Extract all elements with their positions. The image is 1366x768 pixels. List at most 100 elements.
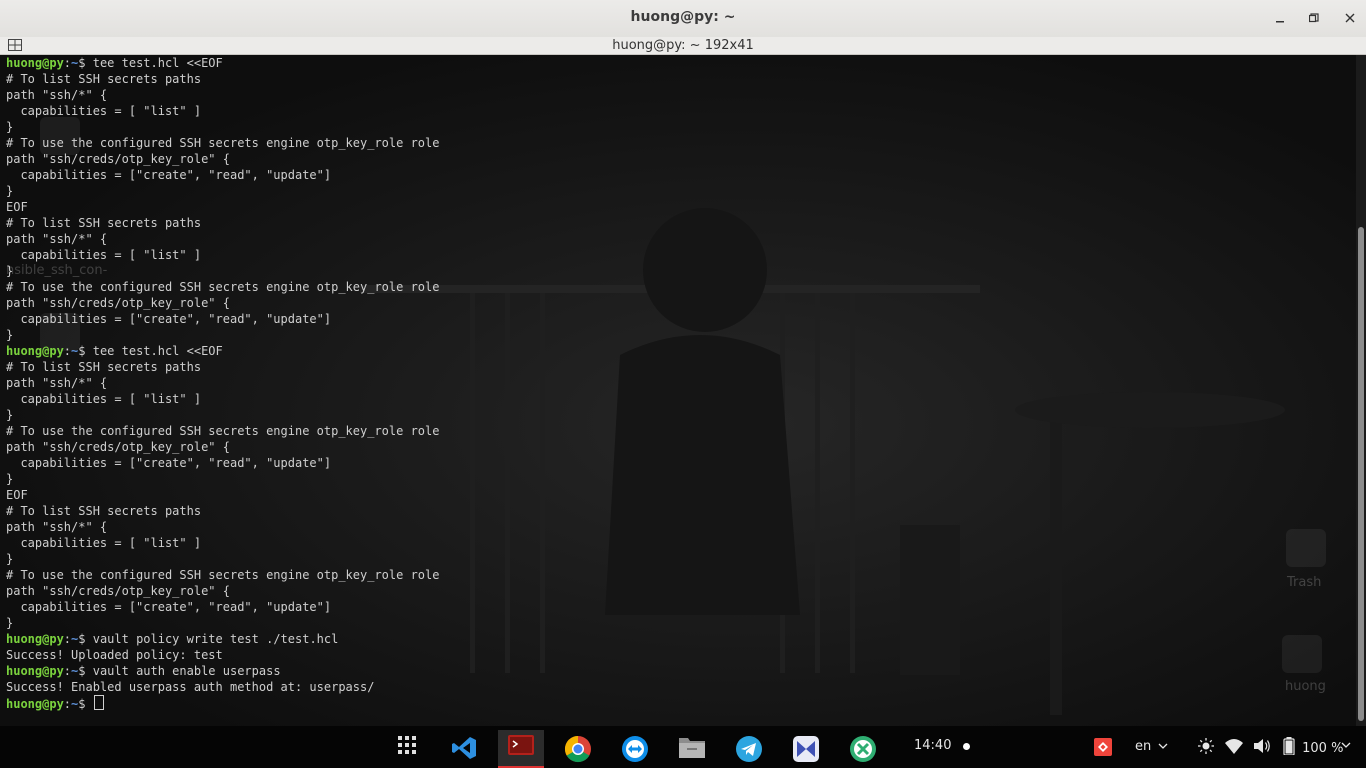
- output-line: # To list SSH secrets paths: [6, 503, 439, 519]
- brightness-button[interactable]: [1198, 738, 1214, 758]
- output-text: path "ssh/*" {: [6, 88, 108, 102]
- terminal-button[interactable]: [498, 730, 544, 768]
- output-line: EOF: [6, 199, 439, 215]
- teamviewer-button[interactable]: [612, 730, 658, 768]
- volume-button[interactable]: [1253, 738, 1271, 758]
- output-text: EOF: [6, 488, 28, 502]
- output-line: capabilities = [ "list" ]: [6, 535, 439, 551]
- maximize-button[interactable]: [1304, 9, 1324, 29]
- terminal-scrollbar[interactable]: [1356, 55, 1366, 726]
- chrome-button[interactable]: [555, 730, 601, 768]
- power-menu-button[interactable]: [1341, 738, 1351, 753]
- output-text: # To use the configured SSH secrets engi…: [6, 280, 440, 294]
- crossover-button[interactable]: [840, 730, 886, 768]
- terminal-cursor[interactable]: [93, 695, 104, 710]
- output-text: path "ssh/*" {: [6, 520, 108, 534]
- prompt-user: huong@py: [6, 344, 64, 358]
- teamviewer-icon: [622, 736, 648, 762]
- output-line: }: [6, 119, 439, 135]
- home-folder-label: huong: [1285, 679, 1326, 694]
- output-line: }: [6, 471, 439, 487]
- output-text: Success! Enabled userpass auth method at…: [6, 680, 375, 694]
- minimize-button[interactable]: [1270, 9, 1290, 29]
- prompt-user: huong@py: [6, 56, 64, 70]
- output-line: capabilities = ["create", "read", "updat…: [6, 311, 439, 327]
- output-line: path "ssh/creds/otp_key_role" {: [6, 151, 439, 167]
- output-text: capabilities = [ "list" ]: [6, 104, 202, 118]
- output-line: }: [6, 615, 439, 631]
- output-text: }: [6, 616, 14, 630]
- home-folder-icon[interactable]: [1282, 635, 1322, 673]
- close-button[interactable]: [1340, 9, 1360, 29]
- output-text: capabilities = ["create", "read", "updat…: [6, 312, 332, 326]
- output-text: }: [6, 120, 14, 134]
- output-line: EOF: [6, 487, 439, 503]
- battery-icon: [1283, 737, 1295, 756]
- output-text: capabilities = ["create", "read", "updat…: [6, 168, 332, 182]
- output-text: capabilities = [ "list" ]: [6, 248, 202, 262]
- notification-dot: [963, 743, 970, 750]
- output-line: }: [6, 327, 439, 343]
- output-line: path "ssh/creds/otp_key_role" {: [6, 295, 439, 311]
- prompt-separator: :: [63, 344, 72, 358]
- kdenlive-button[interactable]: [783, 730, 829, 768]
- prompt-line: huong@py:~$: [6, 695, 439, 711]
- output-line: }: [6, 551, 439, 567]
- anydesk-tray-button[interactable]: [1094, 738, 1112, 760]
- app-grid-button[interactable]: [384, 730, 430, 768]
- anydesk-icon: [1094, 738, 1112, 756]
- scrollbar-thumb[interactable]: [1358, 227, 1364, 721]
- files-button[interactable]: [669, 730, 715, 768]
- language-label: en: [1135, 739, 1152, 754]
- command-text: $ tee test.hcl <<EOF: [78, 344, 223, 358]
- prompt-separator: :: [63, 56, 72, 70]
- output-line: capabilities = [ "list" ]: [6, 391, 439, 407]
- clock[interactable]: 14:40: [914, 738, 951, 753]
- output-text: # To use the configured SSH secrets engi…: [6, 424, 440, 438]
- telegram-button[interactable]: [726, 730, 772, 768]
- terminal-view[interactable]: nsible_ssh_con- Trash huong huong@py:~$ …: [0, 55, 1356, 726]
- telegram-icon: [736, 736, 762, 762]
- chrome-icon: [564, 735, 591, 763]
- window-titlebar[interactable]: huong@py: ~: [0, 0, 1366, 38]
- output-text: path "ssh/*" {: [6, 232, 108, 246]
- prompt-separator: :: [63, 697, 72, 711]
- output-line: # To use the configured SSH secrets engi…: [6, 135, 439, 151]
- output-text: # To use the configured SSH secrets engi…: [6, 568, 440, 582]
- output-text: path "ssh/creds/otp_key_role" {: [6, 152, 230, 166]
- maximize-icon: [1308, 13, 1319, 23]
- output-line: # To list SSH secrets paths: [6, 71, 439, 87]
- output-line: }: [6, 407, 439, 423]
- output-line: # To list SSH secrets paths: [6, 215, 439, 231]
- prompt-user: huong@py: [6, 632, 64, 646]
- output-line: # To use the configured SSH secrets engi…: [6, 423, 439, 439]
- output-text: capabilities = [ "list" ]: [6, 392, 202, 406]
- vscode-button[interactable]: [441, 730, 487, 768]
- battery-indicator[interactable]: 100 %: [1283, 737, 1343, 756]
- output-text: path "ssh/creds/otp_key_role" {: [6, 584, 230, 598]
- output-line: # To use the configured SSH secrets engi…: [6, 279, 439, 295]
- output-line: # To use the configured SSH secrets engi…: [6, 567, 439, 583]
- output-line: path "ssh/creds/otp_key_role" {: [6, 583, 439, 599]
- output-text: }: [6, 328, 14, 342]
- command-text: $: [78, 697, 93, 711]
- output-text: capabilities = ["create", "read", "updat…: [6, 600, 332, 614]
- output-text: # To use the configured SSH secrets engi…: [6, 136, 440, 150]
- output-line: capabilities = [ "list" ]: [6, 247, 439, 263]
- wifi-button[interactable]: [1225, 738, 1243, 758]
- output-text: # To list SSH secrets paths: [6, 360, 202, 374]
- close-icon: [1345, 13, 1355, 23]
- output-text: capabilities = ["create", "read", "updat…: [6, 456, 332, 470]
- output-text: EOF: [6, 200, 28, 214]
- prompt-line: huong@py:~$ tee test.hcl <<EOF: [6, 55, 439, 71]
- trash-label: Trash: [1287, 575, 1322, 590]
- command-text: $ tee test.hcl <<EOF: [78, 56, 223, 70]
- output-line: }: [6, 183, 439, 199]
- output-text: }: [6, 472, 14, 486]
- command-text: $ vault policy write test ./test.hcl: [78, 632, 339, 646]
- trash-icon[interactable]: [1286, 529, 1326, 567]
- output-line: path "ssh/*" {: [6, 231, 439, 247]
- output-line: Success! Enabled userpass auth method at…: [6, 679, 439, 695]
- output-text: }: [6, 408, 14, 422]
- language-selector[interactable]: en: [1135, 739, 1168, 754]
